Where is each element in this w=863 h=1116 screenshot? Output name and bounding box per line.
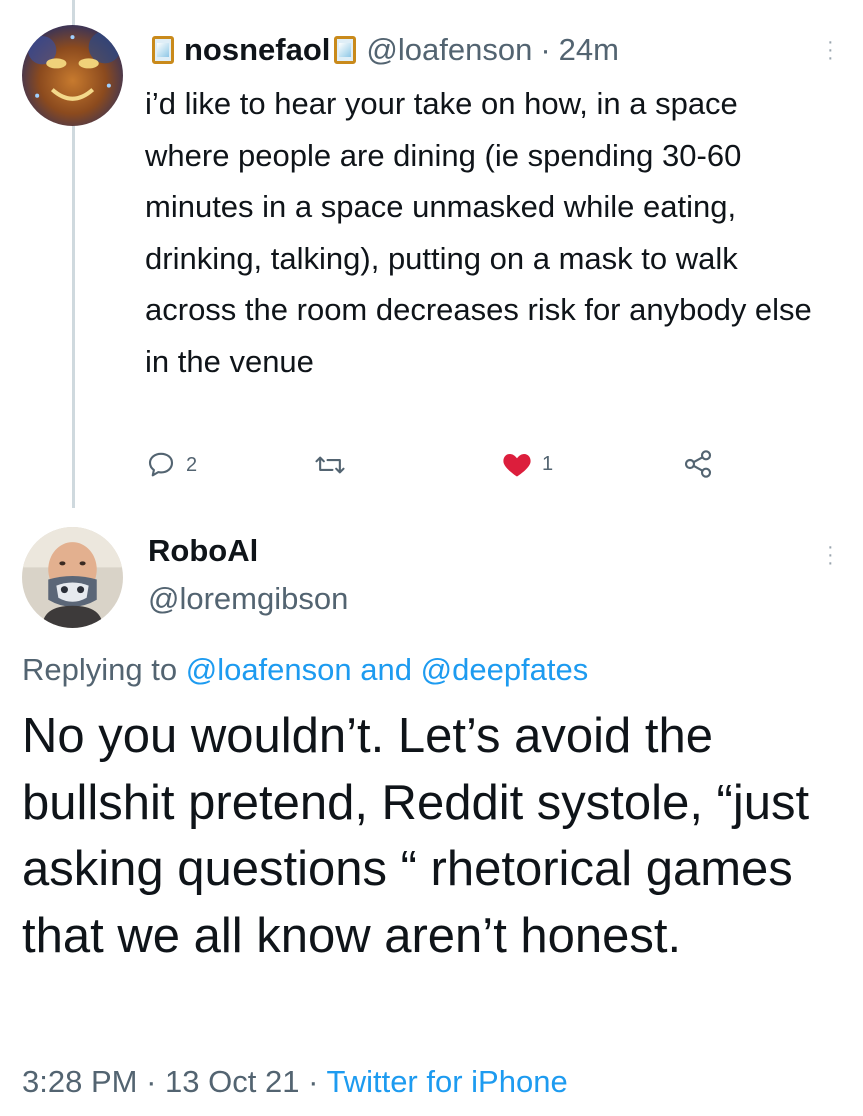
replying-and[interactable]: and bbox=[360, 652, 412, 687]
parent-timestamp[interactable]: 24m bbox=[559, 32, 619, 68]
replying-user-link[interactable]: @deepfates bbox=[421, 652, 589, 687]
retweet-icon bbox=[315, 456, 345, 474]
replying-prefix: Replying to bbox=[22, 652, 178, 687]
share-icon bbox=[684, 450, 712, 478]
parent-display-name[interactable]: nosnefaol bbox=[184, 32, 330, 68]
tweet-metadata: 3:28 PM · 13 Oct 21 · Twitter for iPhone bbox=[22, 1064, 568, 1100]
parent-handle[interactable]: @loafenson bbox=[366, 32, 532, 68]
retweet-button[interactable] bbox=[314, 450, 346, 480]
avatar-nosnefaol[interactable] bbox=[22, 25, 123, 126]
tweet-source-link[interactable]: Twitter for iPhone bbox=[326, 1064, 567, 1099]
reply-button[interactable]: 2 bbox=[146, 450, 197, 480]
like-button[interactable]: 1 bbox=[502, 450, 553, 478]
parent-tweet-header: nosnefaol @loafenson · 24m bbox=[148, 28, 619, 72]
framed-picture-emoji-icon bbox=[152, 36, 174, 64]
parent-tweet-text: i’d like to hear your take on how, in a … bbox=[145, 86, 821, 379]
more-options-icon[interactable]: · · · bbox=[827, 32, 834, 68]
tweet-date[interactable]: 13 Oct 21 bbox=[165, 1064, 299, 1099]
avatar-roboal[interactable] bbox=[22, 527, 123, 628]
separator-dot: · bbox=[146, 1064, 157, 1099]
replying-user-link[interactable]: @loafenson bbox=[186, 652, 352, 687]
avatar-image bbox=[22, 527, 123, 628]
framed-picture-emoji-icon bbox=[334, 36, 357, 64]
separator-dot: · bbox=[540, 32, 551, 67]
more-options-icon[interactable]: · · · bbox=[827, 537, 834, 573]
main-tweet-text: No you wouldn’t. Let’s avoid the bullshi… bbox=[22, 709, 810, 963]
tweet-time[interactable]: 3:28 PM bbox=[22, 1064, 137, 1099]
heart-filled-icon bbox=[503, 454, 531, 477]
comment-icon bbox=[148, 452, 174, 477]
author-handle[interactable]: @loremgibson bbox=[148, 581, 348, 617]
replying-to-line: Replying to @loafenson and @deepfates bbox=[22, 652, 588, 688]
reply-count: 2 bbox=[186, 453, 198, 476]
share-button[interactable] bbox=[682, 448, 714, 480]
parent-tweet-actions: 2 1 bbox=[146, 446, 726, 486]
like-count: 1 bbox=[542, 452, 554, 475]
separator-dot: · bbox=[308, 1064, 319, 1099]
author-display-name[interactable]: RoboAl bbox=[148, 533, 258, 569]
avatar-image bbox=[22, 25, 123, 126]
